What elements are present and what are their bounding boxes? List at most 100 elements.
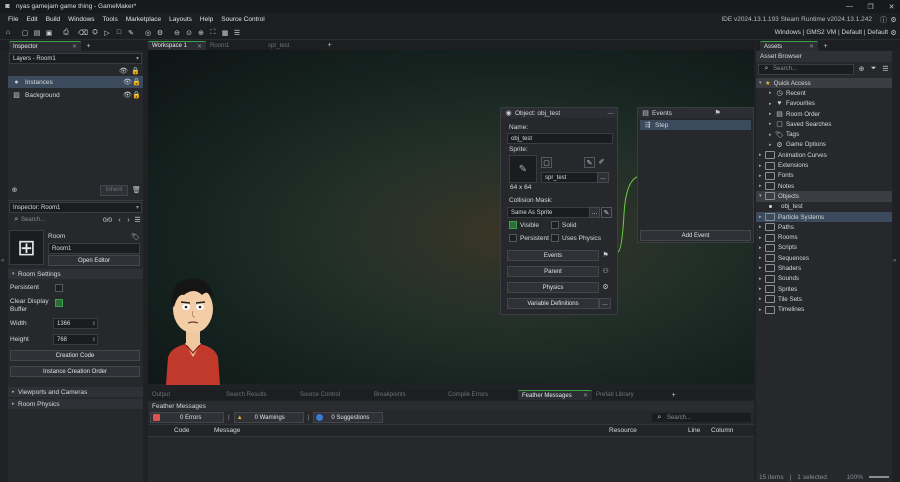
column-message[interactable]: Message — [214, 427, 240, 434]
room-inspector-dropdown[interactable]: Inspector: Room1 ▾ — [9, 202, 142, 213]
lock-icon[interactable]: 🔒 — [131, 67, 140, 76]
stop-icon[interactable]: □ — [114, 28, 124, 38]
feather-search-input[interactable]: ⌕ Search... — [652, 413, 751, 422]
errors-filter[interactable]: 0 Errors — [150, 412, 224, 423]
event-step[interactable]: ⇶ Step — [640, 120, 751, 130]
create-asset-icon[interactable]: ⊕ — [857, 65, 866, 74]
layers-dropdown[interactable]: Layers - Room1 ▾ — [9, 53, 142, 64]
tab-assets[interactable]: Assets ✕ — [760, 41, 818, 51]
settings-icon[interactable]: ⚙ — [889, 15, 898, 24]
add-event-button[interactable]: Add Event — [640, 230, 751, 241]
quick-item-recent[interactable]: ▸ ◷ Recent — [756, 88, 892, 98]
menu-tools[interactable]: Tools — [103, 16, 118, 23]
menu-file[interactable]: File — [8, 16, 18, 23]
list-icon[interactable]: ☰ — [133, 216, 142, 225]
events-button[interactable]: Events — [507, 250, 599, 261]
zoom-slider[interactable] — [869, 476, 889, 478]
collision-mask-dropdown[interactable]: Same As Sprite — [507, 207, 592, 218]
folder-sprites[interactable]: ▸ Sprites — [756, 284, 892, 294]
layer-background[interactable]: ▨ Background 👁 🔒 — [8, 88, 143, 102]
parent-button[interactable]: Parent — [507, 266, 599, 277]
tab-prefab-library[interactable]: Prefab Library — [592, 391, 666, 400]
run-icon[interactable]: ▷ — [102, 28, 112, 38]
quick-item-room-order[interactable]: ▸ ▤ Room Order — [756, 109, 892, 119]
add-tab-icon[interactable]: + — [325, 41, 334, 50]
clean-build-icon[interactable]: ✎ — [126, 28, 136, 38]
prev-icon[interactable]: ‹ — [115, 216, 124, 225]
folder-objects[interactable]: ▾ Objects — [756, 191, 892, 202]
width-input[interactable]: 1366 ⇕ — [53, 318, 98, 329]
quick-item-tags[interactable]: ▸ 🏷 Tags — [756, 129, 892, 139]
sprite-menu-button[interactable]: … — [597, 172, 609, 183]
preferences-icon[interactable]: ⚙ — [155, 28, 165, 38]
warnings-filter[interactable]: ▲ 0 Warnings — [233, 412, 304, 423]
open-editor-button[interactable]: Open Editor — [48, 255, 140, 266]
clean-icon[interactable]: ⌫ — [78, 28, 88, 38]
workspace-canvas[interactable]: ◉ Object: obj_test — Name: obj_test Spri… — [148, 50, 754, 385]
room-settings-header[interactable]: ▾ Room Settings — [8, 269, 143, 279]
column-column[interactable]: Column — [711, 427, 733, 434]
creation-code-button[interactable]: Creation Code — [10, 350, 140, 361]
inspector-search-input[interactable]: ⌕ Search... — [9, 215, 100, 225]
tab-compile-errors[interactable]: Compile Errors — [444, 391, 518, 400]
home-icon[interactable]: ⌂ — [3, 28, 13, 38]
eye-icon[interactable]: 👁 — [119, 67, 128, 76]
column-resource[interactable]: Resource — [609, 427, 637, 434]
tab-breakpoints[interactable]: Breakpoints — [370, 391, 444, 400]
lock-icon[interactable]: 🔒 — [132, 91, 141, 100]
close-icon[interactable]: ✕ — [583, 392, 588, 399]
zoom-reset-icon[interactable]: ⊙ — [184, 28, 194, 38]
variable-defs-menu-button[interactable]: … — [599, 298, 611, 309]
zoom-in-icon[interactable]: ⊕ — [196, 28, 206, 38]
tab-search-results[interactable]: Search Results — [222, 391, 296, 400]
quick-access-item[interactable]: ▾ ★ Quick Access — [756, 78, 892, 89]
tab-room1[interactable]: Room1 — [206, 41, 264, 50]
folder-paths[interactable]: ▸ Paths — [756, 222, 892, 232]
fit-icon[interactable]: ⛶ — [208, 28, 218, 38]
menu-build[interactable]: Build — [46, 16, 60, 23]
info-icon[interactable]: ⓘ — [879, 15, 888, 24]
add-tab-icon[interactable]: + — [821, 42, 830, 51]
filter-icon[interactable]: ⏷ — [869, 65, 878, 74]
menu-edit[interactable]: Edit — [26, 16, 37, 23]
visible-checkbox[interactable] — [509, 221, 517, 229]
quick-item-saved-searches[interactable]: ▸ ▢ Saved Searches — [756, 119, 892, 129]
folder-scripts[interactable]: ▸ Scripts — [756, 243, 892, 253]
inherit-button[interactable]: Inherit — [100, 184, 128, 196]
menu-help[interactable]: Help — [200, 16, 213, 23]
menu-layouts[interactable]: Layouts — [169, 16, 192, 23]
save-icon[interactable]: ▣ — [44, 28, 54, 38]
folder-timelines[interactable]: ▸ Timelines — [756, 305, 892, 315]
tag-icon[interactable]: 🏷 — [131, 232, 140, 241]
room-physics-header[interactable]: ▸ Room Physics — [8, 399, 143, 409]
clear-display-buffer-checkbox[interactable] — [55, 299, 63, 307]
solid-checkbox[interactable] — [551, 221, 559, 229]
folder-particle-systems[interactable]: ▸ Particle Systems — [756, 211, 892, 223]
room-name-field[interactable]: Room1 — [48, 243, 140, 254]
variable-definitions-button[interactable]: Variable Definitions — [507, 298, 599, 309]
target-settings-icon[interactable]: ⚙ — [889, 28, 898, 37]
add-layer-icon[interactable]: ⊕ — [10, 186, 19, 195]
folder-sequences[interactable]: ▸ Sequences — [756, 253, 892, 263]
add-tab-icon[interactable]: + — [669, 391, 678, 400]
flag-icon[interactable]: ⚑ — [713, 109, 722, 118]
uses-physics-checkbox[interactable] — [551, 234, 559, 242]
delete-layer-icon[interactable]: 🗑 — [132, 186, 141, 195]
restore-icon[interactable]: ❐ — [866, 2, 875, 11]
persistent-checkbox[interactable] — [55, 283, 63, 292]
gear-icon[interactable]: ⚙ — [601, 282, 610, 291]
add-tab-icon[interactable]: + — [84, 42, 93, 51]
tab-workspace-1[interactable]: Workspace 1 ✕ — [148, 40, 206, 51]
new-sprite-icon[interactable]: ▢ — [541, 157, 552, 168]
quick-item-game-options[interactable]: ▸ ⚙ Game Options — [756, 140, 892, 150]
right-collapse-icon[interactable]: » — [893, 258, 896, 264]
create-executable-icon[interactable]: ⎙ — [61, 28, 71, 38]
tab-inspector[interactable]: Inspector ✕ — [9, 41, 81, 51]
edit-mask-icon[interactable]: ✎ — [601, 207, 612, 218]
folder-notes[interactable]: ▸ Notes — [756, 181, 892, 191]
menu-windows[interactable]: Windows — [68, 16, 94, 23]
height-input[interactable]: 768 ⇕ — [53, 334, 98, 345]
folder-extensions[interactable]: ▸ Extensions — [756, 160, 892, 170]
suggestions-filter[interactable]: 0 Suggestions — [313, 412, 384, 423]
layer-instances[interactable]: ● Instances 👁 🔒 — [8, 76, 143, 88]
